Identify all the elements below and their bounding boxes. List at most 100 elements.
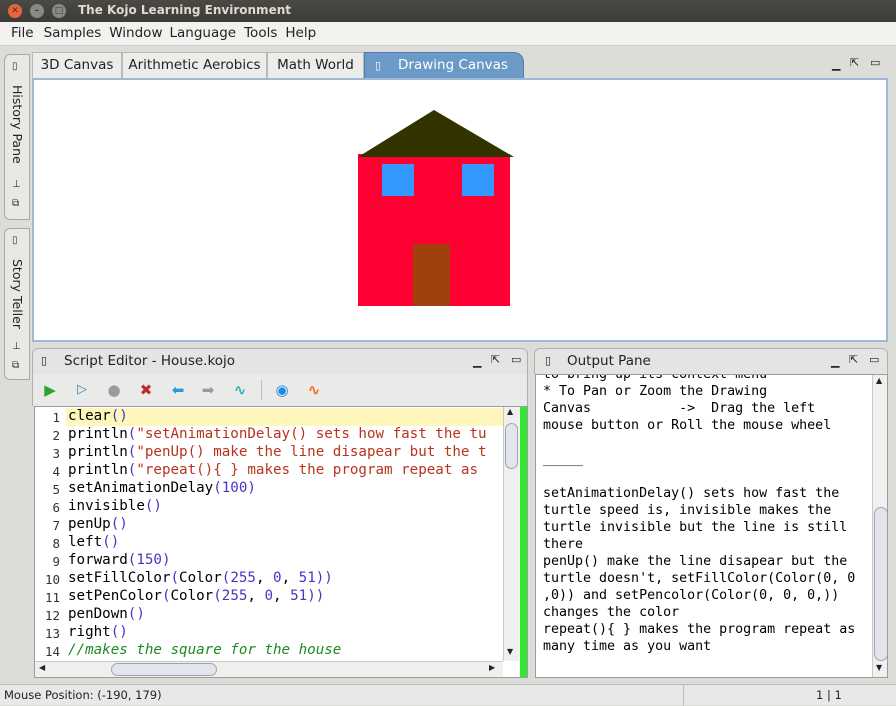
- line-number: 12: [44, 608, 60, 623]
- code-token: )): [315, 570, 333, 586]
- stepper-icon[interactable]: ◉: [273, 381, 291, 399]
- code-line: println("penUp() make the line disapear …: [68, 444, 502, 460]
- scroll-down-icon[interactable]: ▼: [507, 647, 513, 656]
- run-status-bar: [520, 407, 527, 677]
- code-token: ): [161, 552, 171, 568]
- stop-icon[interactable]: ●: [105, 381, 123, 399]
- output-line: penUp() make the line disapear but the: [543, 554, 848, 569]
- undo-icon[interactable]: ⬅: [169, 381, 187, 399]
- code-line: println("setAnimationDelay() sets how fa…: [68, 426, 502, 442]
- code-line: invisible(): [68, 498, 502, 514]
- line-number: 11: [44, 590, 60, 605]
- menu-tools[interactable]: Tools: [244, 22, 277, 41]
- code-token: 255: [221, 588, 248, 604]
- clear-icon[interactable]: ✖: [137, 381, 155, 399]
- restore-icon[interactable]: ⧉: [12, 360, 19, 371]
- output-line: mouse button or Roll the mouse wheel: [543, 418, 832, 433]
- code-editor[interactable]: 1 2 3 4 5 6 7 8 9 10 11 12 13 14 clear() println("setA…: [34, 406, 528, 678]
- side-tab-history[interactable]: ▯ History Pane ⊥ ⧉: [4, 54, 30, 220]
- side-tab-story-teller[interactable]: ▯ Story Teller ⊥ ⧉: [4, 228, 30, 380]
- tab-3d-canvas[interactable]: 3D Canvas: [32, 52, 122, 78]
- minimize-icon[interactable]: –: [30, 4, 44, 18]
- line-number-gutter: 1 2 3 4 5 6 7 8 9 10 11 12 13 14: [35, 407, 66, 661]
- code-token: ,: [281, 570, 299, 586]
- code-token: println: [68, 462, 128, 478]
- status-bar: Mouse Position: (-190, 179) 1 | 1: [0, 684, 896, 706]
- document-icon: ▯: [41, 354, 48, 367]
- house-window-right: [462, 164, 494, 196]
- scroll-up-icon[interactable]: ▲: [507, 407, 513, 416]
- tab-math-world[interactable]: Math World: [267, 52, 364, 78]
- scroll-up-icon[interactable]: ▲: [876, 376, 882, 385]
- maximize-icon[interactable]: ▭: [869, 353, 879, 366]
- restore-icon[interactable]: ⧉: [12, 198, 19, 209]
- output-vertical-scrollbar[interactable]: ▲ ▼: [872, 375, 887, 677]
- scroll-right-icon[interactable]: ▶: [489, 663, 495, 672]
- menu-language[interactable]: Language: [169, 22, 236, 41]
- maximize-icon[interactable]: □: [52, 4, 66, 18]
- code-token: clear: [68, 408, 111, 424]
- code-line: clear(): [68, 408, 502, 424]
- menu-file[interactable]: File: [11, 22, 34, 41]
- code-token: right: [68, 624, 111, 640]
- code-token: (): [110, 408, 128, 424]
- minimize-icon[interactable]: ▁: [831, 355, 839, 368]
- output-line: turtle speed is, invisible makes the: [543, 503, 832, 518]
- code-line: penDown(): [68, 606, 502, 622]
- code-line: println("repeat(){ } makes the program r…: [68, 462, 502, 478]
- line-number: 5: [52, 482, 60, 497]
- code-token: 51: [290, 588, 308, 604]
- code-line: penUp(): [68, 516, 502, 532]
- scroll-left-icon[interactable]: ◀: [39, 663, 45, 672]
- output-vscroll-thumb[interactable]: [874, 507, 887, 661]
- script-editor-header: ▯ Script Editor - House.kojo ▁ ⇱ ▭: [32, 348, 528, 374]
- editor-horizontal-scrollbar[interactable]: ◀ ▶: [35, 661, 503, 677]
- tab-drawing-canvas-label: Drawing Canvas: [398, 57, 508, 73]
- maximize-icon[interactable]: ▭: [870, 56, 880, 69]
- close-icon[interactable]: ✕: [8, 4, 22, 18]
- undock-icon[interactable]: ⇱: [491, 353, 500, 366]
- tab-arithmetic-aerobics[interactable]: Arithmetic Aerobics: [122, 52, 267, 78]
- code-token: 150: [136, 552, 162, 568]
- output-line: _____: [543, 452, 584, 467]
- pin-icon[interactable]: ⊥: [12, 179, 21, 190]
- code-token: (): [127, 606, 145, 622]
- maximize-icon[interactable]: ▭: [511, 353, 521, 366]
- run-icon[interactable]: ▶: [41, 381, 59, 399]
- output-line: Canvas -> Drag the left: [543, 401, 816, 416]
- pin-icon[interactable]: ⊥: [12, 341, 21, 352]
- document-icon: ▯: [545, 354, 552, 367]
- staging-icon[interactable]: ∿: [305, 381, 323, 399]
- run-worksheet-icon[interactable]: ▷: [73, 381, 91, 399]
- redo-icon[interactable]: ➡: [199, 381, 217, 399]
- house-drawing: [358, 110, 514, 306]
- undock-icon[interactable]: ⇱: [849, 353, 858, 366]
- code-token: Color: [170, 588, 214, 604]
- output-pane-title: Output Pane: [567, 353, 651, 369]
- code-token: (: [213, 480, 222, 496]
- document-icon: ▯: [12, 61, 18, 72]
- undock-icon[interactable]: ⇱: [850, 56, 859, 69]
- output-pane[interactable]: to bring up its context menu * To Pan or …: [535, 374, 888, 678]
- code-line: setPenColor(Color(255, 0, 51)): [68, 588, 502, 604]
- minimize-icon[interactable]: ▁: [832, 58, 840, 71]
- format-icon[interactable]: ∿: [231, 381, 249, 399]
- editor-vscroll-thumb[interactable]: [505, 423, 518, 469]
- menu-samples[interactable]: Samples: [44, 22, 102, 41]
- side-tab-history-label: History Pane: [10, 85, 25, 164]
- code-token: (: [170, 570, 180, 586]
- minimize-icon[interactable]: ▁: [473, 355, 481, 368]
- tab-drawing-canvas[interactable]: ▯ Drawing Canvas: [364, 52, 524, 78]
- editor-hscroll-thumb[interactable]: [111, 663, 217, 676]
- code-token: "penUp() make the line disapear but the …: [136, 444, 487, 460]
- editor-vertical-scrollbar[interactable]: ▲ ▼: [503, 407, 519, 661]
- caret-position: 1 | 1: [816, 688, 842, 702]
- menu-window[interactable]: Window: [109, 22, 162, 41]
- editor-toolbar: ▶ ▷ ● ✖ ⬅ ➡ ∿ ◉ ∿: [32, 374, 528, 406]
- menu-help[interactable]: Help: [285, 22, 316, 41]
- scroll-down-icon[interactable]: ▼: [876, 663, 882, 672]
- menu-bar: File Samples Window Language Tools Help: [0, 22, 896, 46]
- drawing-canvas[interactable]: [32, 78, 888, 342]
- output-line: setAnimationDelay() sets how fast the: [543, 486, 840, 501]
- output-line: turtle invisible but the line is still: [543, 520, 848, 535]
